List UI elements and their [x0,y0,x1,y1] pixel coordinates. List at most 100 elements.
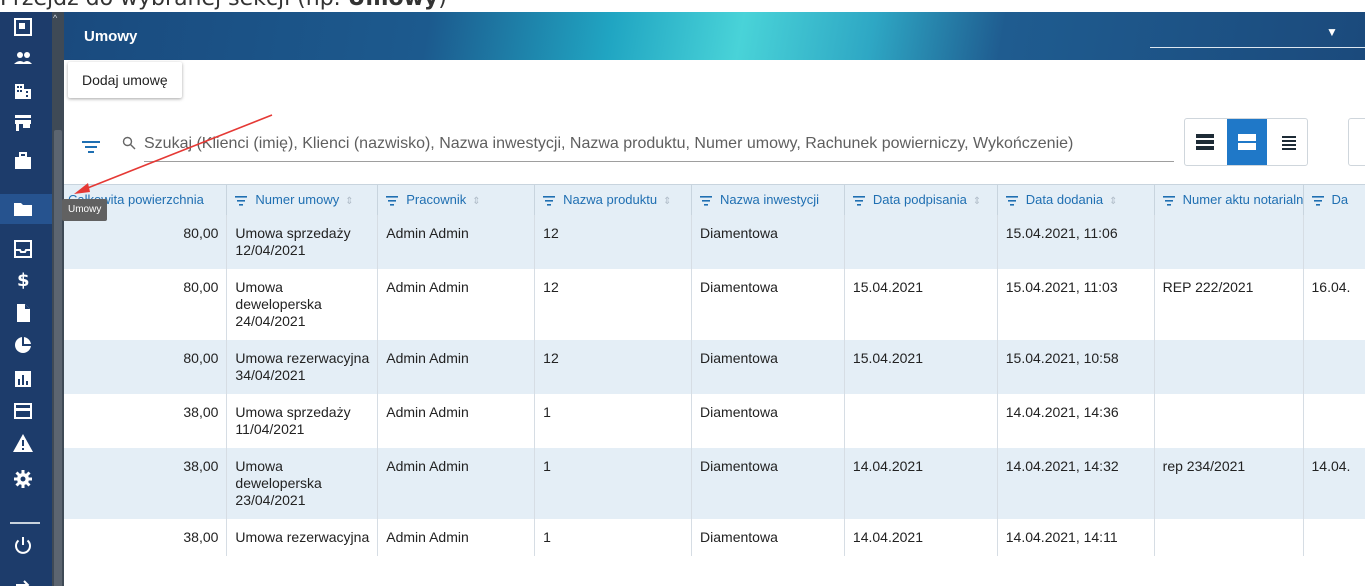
cell-investment: Diamentowa [691,393,845,448]
column-header-label: Numer umowy [255,192,340,208]
sidebar-divider [10,522,40,524]
cell-added: 14.04.2021, 14:36 [997,393,1155,448]
cell-investment: Diamentowa [691,268,845,340]
cell-added: 14.04.2021, 14:32 [997,447,1155,519]
dashboard-icon[interactable] [12,16,34,38]
cell-signed: 15.04.2021 [844,268,998,340]
cell-number: Umowa rezerwacyjna [226,518,379,556]
column-header-label: Nazwa produktu [563,192,658,208]
cell-product: 1 [534,447,693,519]
column-filter-icon[interactable] [543,195,556,206]
logout-icon[interactable] [12,574,34,586]
cell-employee: Admin Admin [377,339,536,394]
column-header-label: Pracownik [406,192,467,208]
briefcase-icon[interactable] [12,150,34,172]
cell-product: 12 [534,214,693,269]
cell-number: Umowa deweloperska 24/04/2021 [226,268,379,340]
building-icon[interactable] [12,80,34,102]
inbox-icon[interactable] [12,238,34,260]
people-icon[interactable] [12,48,34,70]
column-filter-icon[interactable] [1005,195,1018,206]
density-compact-icon [1196,134,1214,150]
document-icon[interactable] [12,302,34,324]
folder-icon[interactable] [12,198,34,220]
table-row[interactable]: 38,00 Umowa deweloperska 23/04/2021 Admi… [64,447,1365,519]
cell-area: 38,00 [64,518,228,556]
cell-extra [1303,214,1365,269]
cell-number: Umowa sprzedaży 12/04/2021 [226,214,379,269]
cell-area: 80,00 [64,339,228,394]
column-filter-icon[interactable] [386,195,399,206]
table-row[interactable]: 80,00 Umowa rezerwacyjna 34/04/2021 Admi… [64,339,1365,394]
search-row [64,102,1365,182]
sort-icon[interactable]: ⇕ [973,196,981,207]
cell-extra [1303,393,1365,448]
density-standard-button[interactable] [1227,119,1267,165]
cell-added: 15.04.2021, 10:58 [997,339,1155,394]
column-header-signed-date[interactable]: Data podpisania ⇕ [844,184,998,215]
cell-signed [844,393,998,448]
cell-area: 38,00 [64,447,228,519]
search-icon [122,136,136,150]
cell-employee: Admin Admin [377,268,536,340]
column-filter-icon[interactable] [235,195,248,206]
column-header-product[interactable]: Nazwa produktu ⇕ [534,184,693,215]
filter-icon[interactable] [82,140,100,154]
user-select[interactable] [1150,47,1365,48]
cell-signed: 15.04.2021 [844,339,998,394]
sidebar-scrollbar[interactable]: ^ [52,12,64,586]
column-filter-icon[interactable] [1162,195,1175,206]
column-header-investment[interactable]: Nazwa inwestycji [691,184,845,215]
column-header-label: Da [1331,192,1349,208]
caption-prefix: Przejdź do wybranej sekcji (np. [0,0,348,11]
sidebar-scroll-thumb[interactable] [54,130,62,586]
pie-chart-icon[interactable] [12,334,34,356]
table-row[interactable]: 38,00 Umowa sprzedaży 11/04/2021 Admin A… [64,393,1365,448]
sidebar-tooltip: Umowy [62,199,108,221]
density-toggle [1184,118,1308,166]
column-header-employee[interactable]: Pracownik ⇕ [377,184,536,215]
density-comfortable-icon [1282,136,1296,150]
sort-icon[interactable]: ⇕ [472,196,480,207]
scroll-up-icon[interactable]: ^ [53,13,57,23]
table-row[interactable]: 80,00 Umowa deweloperska 24/04/2021 Admi… [64,268,1365,340]
store-icon[interactable] [12,112,34,134]
gear-icon[interactable] [12,468,34,490]
column-filter-icon[interactable] [700,195,713,206]
sort-icon[interactable]: ⇕ [1109,196,1117,207]
column-filter-icon[interactable] [1311,195,1324,206]
bar-chart-icon[interactable] [12,368,34,390]
search-input[interactable] [144,126,1174,162]
sidebar-rail: $ [0,12,52,586]
dollar-icon[interactable]: $ [12,268,34,290]
sort-icon[interactable]: ⇕ [663,196,671,207]
column-filter-icon[interactable] [852,195,865,206]
power-icon[interactable] [12,534,34,556]
column-header-added-date[interactable]: Data dodania ⇕ [997,184,1155,215]
cell-extra [1303,339,1365,394]
instruction-caption: Przejdź do wybranej sekcji (np. Umowy) [0,0,447,12]
table-row[interactable]: 38,00 Umowa rezerwacyjna Admin Admin 1 D… [64,518,1365,556]
column-header-label: Data dodania [1025,192,1104,208]
density-comfortable-button[interactable] [1269,119,1309,165]
table-row[interactable]: 80,00 Umowa sprzedaży 12/04/2021 Admin A… [64,214,1365,269]
warning-icon[interactable] [12,432,34,454]
cell-investment: Diamentowa [691,518,845,556]
cell-investment: Diamentowa [691,339,845,394]
table-header-row: Całkowita powierzchnia Numer umowy ⇕ Prac… [64,184,1365,215]
cell-investment: Diamentowa [691,214,845,269]
density-compact-button[interactable] [1185,119,1225,165]
column-header-notary[interactable]: Numer aktu notarialnego [1154,184,1304,215]
cell-notary [1154,214,1304,269]
caption-bold: Umowy [348,0,439,11]
dropdown-caret-icon[interactable]: ▼ [1326,25,1338,39]
cell-employee: Admin Admin [377,447,536,519]
sort-icon[interactable]: ⇕ [345,196,353,207]
column-header-extra[interactable]: Da [1303,184,1365,215]
column-header-number[interactable]: Numer umowy ⇕ [226,184,379,215]
card-icon[interactable] [12,400,34,422]
columns-button[interactable] [1348,118,1365,166]
column-header-label: Numer aktu notarialnego [1182,192,1303,208]
cell-signed [844,214,998,269]
add-contract-button[interactable]: Dodaj umowę [68,62,182,98]
